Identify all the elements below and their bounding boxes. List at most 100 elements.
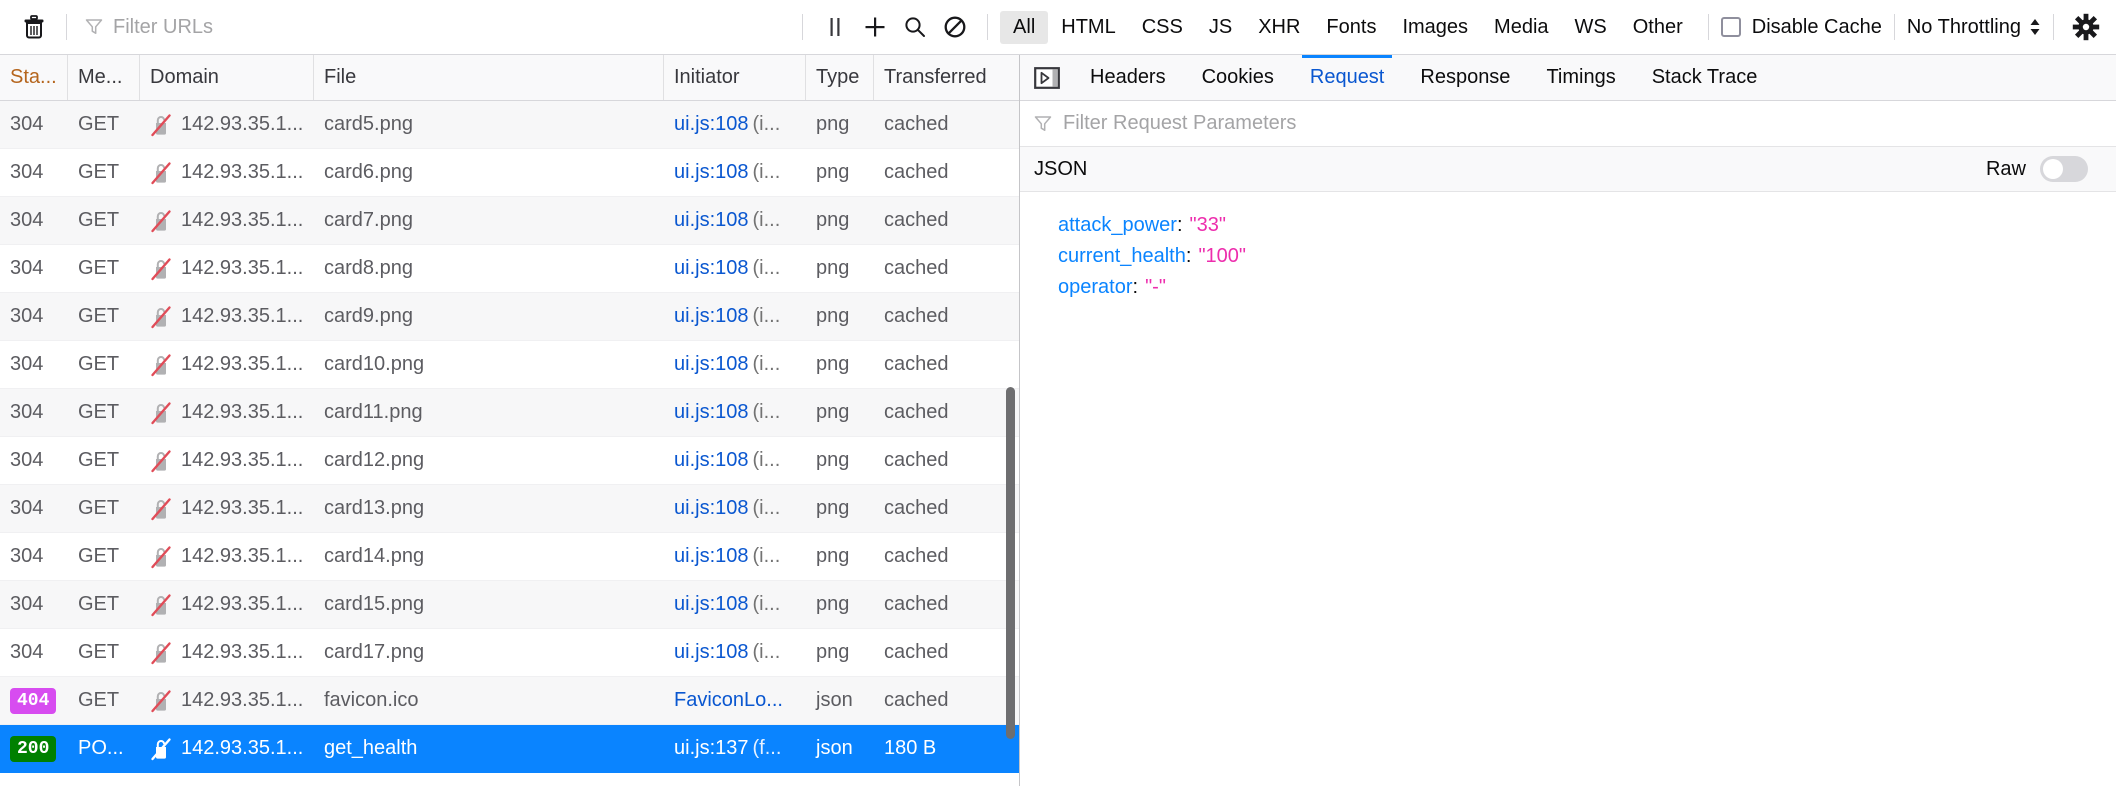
table-row[interactable]: 304 GET 142.93.35.1... card9.png ui.js:108 (i… (0, 293, 1019, 341)
cell-domain: 142.93.35.1... (140, 353, 314, 377)
cell-status: 304 (0, 545, 68, 568)
cell-domain: 142.93.35.1... (140, 689, 314, 713)
type-filter-images[interactable]: Images (1389, 11, 1481, 44)
cell-method: GET (78, 209, 120, 231)
cell-status: 304 (0, 209, 68, 232)
search-requests-button[interactable] (895, 7, 935, 47)
json-key: operator (1058, 276, 1133, 298)
table-row[interactable]: 200 PO... 142.93.35.1... get_health ui.js:13… (0, 725, 1019, 773)
table-row[interactable]: 304 GET 142.93.35.1... card15.png ui.js:108(… (0, 581, 1019, 629)
initiator-detail: (i... (752, 209, 781, 231)
expand-panel-button[interactable] (1020, 55, 1072, 100)
cell-file: get_health (324, 737, 418, 759)
cell-domain: 142.93.35.1... (140, 305, 314, 329)
type-filter-media[interactable]: Media (1481, 11, 1561, 44)
type-filter-other[interactable]: Other (1620, 11, 1696, 44)
initiator-detail: (i... (752, 353, 781, 375)
table-vertical-scrollbar[interactable] (1006, 387, 1015, 739)
cell-file: card5.png (324, 113, 413, 135)
type-filter-all[interactable]: All (1000, 10, 1049, 44)
network-settings-button[interactable] (2066, 7, 2106, 47)
status-code: 304 (10, 305, 44, 327)
table-row[interactable]: 304 GET 142.93.35.1... card10.png ui.js:108(… (0, 341, 1019, 389)
initiator-link[interactable]: ui.js:108 (674, 545, 749, 568)
raw-toggle-group[interactable]: Raw (1986, 156, 2102, 182)
initiator-link[interactable]: ui.js:108 (674, 305, 749, 328)
table-row[interactable]: 304 GET 142.93.35.1... card7.png ui.js:108 (i… (0, 197, 1019, 245)
broken-lock-icon (150, 737, 172, 761)
table-row[interactable]: 304 GET 142.93.35.1... card17.png ui.js:108(… (0, 629, 1019, 677)
column-header-file[interactable]: File (314, 55, 664, 100)
initiator-link[interactable]: ui.js:108 (674, 641, 749, 664)
tab-stack-trace[interactable]: Stack Trace (1634, 55, 1776, 100)
table-row[interactable]: 304 GET 142.93.35.1... card5.png ui.js:108 (i… (0, 101, 1019, 149)
column-header-status[interactable]: Sta... (0, 55, 68, 100)
initiator-link[interactable]: FaviconLo... (674, 689, 783, 712)
cell-transferred: cached (884, 593, 949, 615)
cell-initiator: ui.js:108 (i... (664, 113, 806, 136)
throttling-dropdown[interactable]: No Throttling (1907, 16, 2041, 39)
initiator-link[interactable]: ui.js:108 (674, 257, 749, 280)
initiator-link[interactable]: ui.js:108 (674, 353, 749, 376)
new-request-button[interactable] (855, 7, 895, 47)
cell-transferred: cached (884, 353, 949, 375)
cell-type: png (816, 401, 850, 423)
cell-transferred: cached (884, 497, 949, 519)
table-row[interactable]: 304 GET 142.93.35.1... card13.png ui.js:108(… (0, 485, 1019, 533)
type-filter-fonts[interactable]: Fonts (1313, 11, 1389, 44)
disable-cache-checkbox[interactable] (1720, 17, 1741, 37)
disable-cache-toggle[interactable]: Disable Cache (1720, 16, 1882, 39)
table-row[interactable]: 404 GET 142.93.35.1... favicon.ico FaviconLo… (0, 677, 1019, 725)
initiator-detail: (i... (752, 593, 781, 615)
table-row[interactable]: 304 GET 142.93.35.1... card6.png ui.js:108 (i… (0, 149, 1019, 197)
cell-transferred: cached (884, 401, 949, 423)
column-header-method[interactable]: Me... (68, 55, 140, 100)
table-row[interactable]: 304 GET 142.93.35.1... card8.png ui.js:108 (i… (0, 245, 1019, 293)
initiator-link[interactable]: ui.js:108 (674, 497, 749, 520)
initiator-link[interactable]: ui.js:108 (674, 113, 749, 136)
throttling-value: No Throttling (1906, 15, 2021, 38)
initiator-link[interactable]: ui.js:108 (674, 401, 749, 424)
cell-type: png (816, 257, 850, 279)
initiator-link[interactable]: ui.js:108 (674, 161, 749, 184)
cell-transferred: cached (884, 689, 949, 711)
initiator-link[interactable]: ui.js:108 (674, 209, 749, 232)
table-row[interactable]: 304 GET 142.93.35.1... card11.png ui.js:108(… (0, 389, 1019, 437)
tab-timings[interactable]: Timings (1528, 55, 1633, 100)
status-code: 304 (10, 497, 44, 519)
initiator-link[interactable]: ui.js:137 (674, 737, 749, 760)
tab-cookies[interactable]: Cookies (1184, 55, 1292, 100)
url-filter-input[interactable]: Filter URLs (79, 9, 790, 45)
request-params-filter-input[interactable]: Filter Request Parameters (1020, 101, 2116, 147)
column-header-type[interactable]: Type (806, 55, 874, 100)
cell-file: card13.png (324, 497, 425, 519)
table-row[interactable]: 304 GET 142.93.35.1... card12.png ui.js:108(… (0, 437, 1019, 485)
table-row[interactable]: 304 GET 142.93.35.1... card14.png ui.js:108(… (0, 533, 1019, 581)
column-header-transferred[interactable]: Transferred (874, 55, 1019, 100)
domain-text: 142.93.35.1... (181, 689, 304, 711)
block-requests-button[interactable] (935, 7, 975, 47)
initiator-link[interactable]: ui.js:108 (674, 593, 749, 616)
tab-response[interactable]: Response (1402, 55, 1528, 100)
initiator-link[interactable]: ui.js:108 (674, 449, 749, 472)
type-filter-css[interactable]: CSS (1129, 11, 1196, 44)
request-table-body[interactable]: 304 GET 142.93.35.1... card5.png ui.js:108 (i… (0, 101, 1019, 786)
raw-toggle-switch[interactable] (2040, 156, 2088, 182)
type-filter-ws[interactable]: WS (1562, 11, 1620, 44)
details-tabbar: Headers Cookies Request Response Timings… (1020, 55, 2116, 101)
type-filter-xhr[interactable]: XHR (1245, 11, 1313, 44)
pause-recording-button[interactable] (815, 7, 855, 47)
initiator-detail: (i... (752, 257, 781, 279)
cell-method: GET (78, 257, 120, 279)
json-parameter-row: current_health: "100" (1020, 241, 2116, 272)
clear-requests-button[interactable] (14, 7, 54, 47)
broken-lock-icon (150, 305, 172, 329)
type-filter-html[interactable]: HTML (1048, 11, 1128, 44)
type-filter-js[interactable]: JS (1196, 11, 1245, 44)
tab-headers[interactable]: Headers (1072, 55, 1184, 100)
tab-request[interactable]: Request (1292, 55, 1403, 100)
cell-type: png (816, 497, 850, 519)
column-header-domain[interactable]: Domain (140, 55, 314, 100)
column-header-initiator[interactable]: Initiator (664, 55, 806, 100)
cell-initiator: ui.js:108 (i... (664, 449, 806, 472)
